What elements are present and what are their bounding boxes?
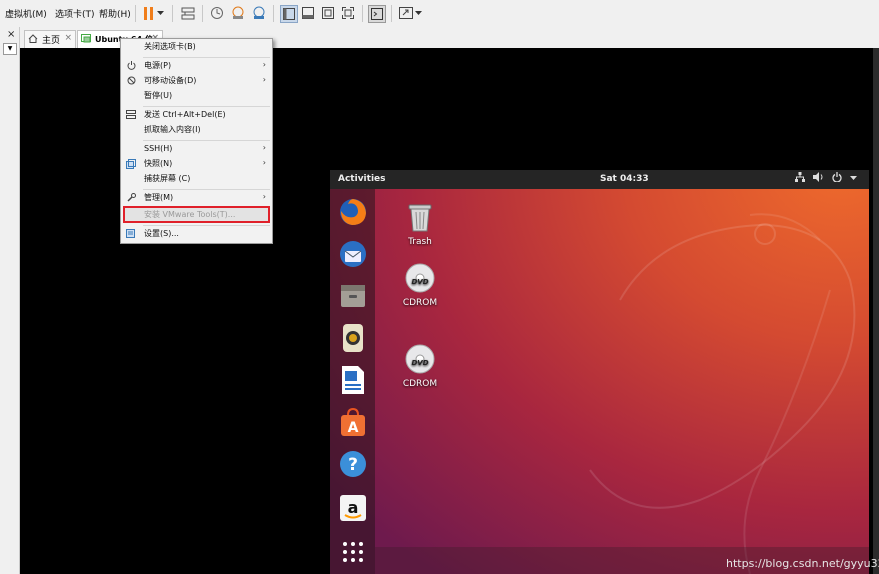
amazon-icon[interactable]: a [337, 492, 368, 523]
toolbar-separator [135, 5, 136, 22]
tab-context-menu: 关闭选项卡(B) 电源(P) › 可移动设备(D) › 暂停(U) 发送 Ctr… [120, 38, 273, 244]
dropdown-icon[interactable] [155, 5, 165, 21]
tab-close-button[interactable]: × [64, 33, 72, 43]
ubuntu-desktop[interactable]: Activities Sat 04:33 A ? a Trash DVD CDR… [330, 170, 869, 574]
vm-icon [81, 33, 91, 46]
menu-item-send-ctrl-alt-del[interactable]: 发送 Ctrl+Alt+Del(E) [144, 109, 226, 121]
help-icon[interactable]: ? [337, 448, 368, 479]
trash-icon [407, 204, 433, 235]
submenu-arrow-icon: › [262, 143, 266, 152]
submenu-arrow-icon: › [262, 75, 266, 84]
svg-text:DVD: DVD [411, 359, 428, 367]
chevron-down-icon [850, 173, 857, 184]
menu-item-close-tab[interactable]: 关闭选项卡(B) [144, 41, 196, 53]
terminal-icon[interactable] [368, 5, 386, 23]
menu-item-manage[interactable]: 管理(M) [144, 192, 173, 204]
menu-separator [143, 225, 270, 226]
manage-snapshots-icon[interactable] [251, 5, 267, 21]
power-icon [126, 61, 136, 71]
desktop-item-label: CDROM [402, 298, 438, 308]
menu-tab[interactable]: 选项卡(T) [55, 7, 95, 20]
ubuntu-dock: A ? a [330, 189, 375, 574]
menu-separator [143, 140, 270, 141]
toolbar-separator [391, 5, 392, 22]
toolbar-separator [362, 5, 363, 22]
network-icon [795, 172, 805, 185]
red-highlight-box [123, 206, 270, 223]
menu-item-grab-input[interactable]: 抓取输入内容(I) [144, 124, 201, 136]
activities-button[interactable]: Activities [338, 174, 386, 184]
settings-icon [126, 229, 136, 239]
firefox-icon[interactable] [337, 196, 368, 227]
gnome-top-bar: Activities Sat 04:33 [330, 170, 869, 189]
files-icon[interactable] [337, 280, 368, 311]
svg-text:a: a [347, 498, 358, 517]
volume-icon [813, 172, 824, 185]
menu-item-capture-screen[interactable]: 捕获屏幕 (C) [144, 173, 190, 185]
tab-home-label: 主页 [42, 36, 61, 46]
menu-separator [143, 57, 270, 58]
revert-snapshot-icon[interactable] [230, 5, 246, 21]
menu-vm[interactable]: 虚拟机(M) [5, 7, 47, 20]
desktop-trash[interactable]: Trash [390, 202, 450, 247]
close-library-button[interactable]: × [7, 29, 15, 40]
menu-item-ssh[interactable]: SSH(H) [144, 143, 172, 155]
tab-home[interactable]: 主页 × [24, 30, 76, 48]
menu-item-power[interactable]: 电源(P) [144, 60, 171, 72]
send-keys-icon[interactable] [180, 5, 196, 21]
library-sidebar-collapsed: × ▼ [0, 27, 20, 574]
toolbar-separator [273, 5, 274, 22]
menu-item-snapshot[interactable]: 快照(N) [144, 158, 172, 170]
thunderbird-icon[interactable] [337, 238, 368, 269]
show-applications-icon[interactable] [337, 536, 368, 567]
console-view-icon[interactable] [280, 5, 298, 23]
window-edge [873, 48, 879, 574]
menu-separator [143, 106, 270, 107]
clock[interactable]: Sat 04:33 [600, 174, 649, 184]
snapshot-icon [126, 159, 136, 169]
dropdown-icon[interactable] [414, 5, 422, 21]
wrench-icon [126, 193, 136, 203]
toolbar-separator [202, 5, 203, 22]
dvd-icon: DVD [405, 344, 435, 377]
watermark: https://blog.csdn.net/gyyu32g [726, 557, 879, 570]
menu-help[interactable]: 帮助(H) [99, 7, 131, 20]
send-ctrl-alt-del-icon [126, 110, 136, 120]
thumbnail-view-icon[interactable] [300, 5, 316, 21]
library-dropdown-button[interactable]: ▼ [3, 43, 17, 55]
toolbar-separator [172, 5, 173, 22]
desktop-item-label: Trash [408, 237, 432, 247]
submenu-arrow-icon: › [262, 192, 266, 201]
menu-separator [143, 189, 270, 190]
single-window-icon[interactable] [320, 5, 336, 21]
system-indicators[interactable] [795, 172, 857, 185]
menubar: 虚拟机(M) 选项卡(T) 帮助(H) [0, 0, 879, 28]
rhythmbox-icon[interactable] [337, 322, 368, 353]
desktop-cdrom[interactable]: DVD CDROM [390, 344, 450, 389]
dvd-icon: DVD [405, 263, 435, 296]
svg-text:DVD: DVD [411, 278, 428, 286]
libreoffice-writer-icon[interactable] [337, 364, 368, 395]
home-icon [28, 33, 38, 46]
fullscreen-icon[interactable] [398, 5, 414, 21]
submenu-arrow-icon: › [262, 158, 266, 167]
menu-item-removable-devices[interactable]: 可移动设备(D) [144, 75, 196, 87]
desktop-cdrom[interactable]: DVD CDROM [390, 263, 450, 308]
menu-item-settings[interactable]: 设置(S)... [144, 228, 179, 240]
svg-text:A: A [347, 420, 358, 436]
desktop-item-label: CDROM [402, 379, 438, 389]
svg-text:?: ? [348, 455, 358, 475]
power-icon [832, 172, 842, 185]
unity-icon[interactable] [340, 5, 356, 21]
snapshot-icon[interactable] [209, 5, 225, 21]
submenu-arrow-icon: › [262, 60, 266, 69]
ubuntu-software-icon[interactable]: A [337, 406, 368, 437]
menu-item-pause[interactable]: 暂停(U) [144, 90, 172, 102]
removable-device-icon [126, 76, 136, 86]
